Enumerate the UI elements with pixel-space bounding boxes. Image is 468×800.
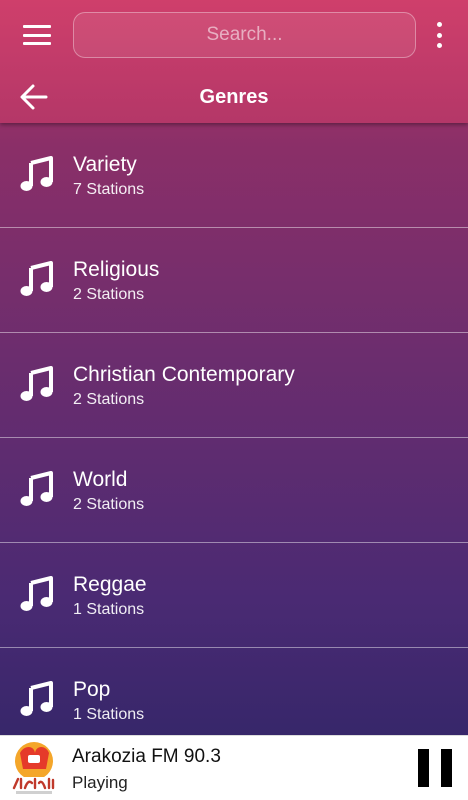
music-note-icon bbox=[20, 576, 53, 611]
genre-name: Variety bbox=[73, 153, 137, 176]
genre-station-count: 1 Stations bbox=[73, 706, 145, 723]
music-note-icon bbox=[20, 261, 53, 296]
genre-item-world[interactable]: World 2 Stations bbox=[0, 438, 468, 543]
genre-station-count: 2 Stations bbox=[73, 286, 145, 303]
search-input[interactable] bbox=[73, 12, 416, 58]
music-note-icon bbox=[20, 471, 53, 506]
arakozia-logo bbox=[12, 742, 56, 794]
playback-status: Playing bbox=[72, 773, 128, 792]
genre-station-count: 7 Stations bbox=[73, 181, 145, 198]
genre-item-religious[interactable]: Religious 2 Stations bbox=[0, 228, 468, 333]
genre-item-christian-contemporary[interactable]: Christian Contemporary 2 Stations bbox=[0, 333, 468, 438]
page-title: Genres bbox=[199, 86, 269, 108]
genre-item-reggae[interactable]: Reggae 1 Stations bbox=[0, 543, 468, 648]
genre-station-count: 2 Stations bbox=[73, 496, 145, 513]
genre-name: Christian Contemporary bbox=[73, 363, 295, 386]
station-name: Arakozia FM 90.3 bbox=[72, 746, 221, 767]
music-note-icon bbox=[20, 366, 53, 401]
hamburger-menu-icon[interactable] bbox=[20, 22, 54, 48]
genre-list: Variety 7 Stations Religious 2 Stations … bbox=[0, 123, 468, 735]
genre-name: Religious bbox=[73, 258, 160, 281]
music-note-icon bbox=[20, 156, 53, 191]
genre-name: World bbox=[73, 468, 128, 491]
genre-item-variety[interactable]: Variety 7 Stations bbox=[0, 123, 468, 228]
more-options-icon[interactable] bbox=[432, 22, 446, 48]
genre-name: Pop bbox=[73, 678, 111, 701]
pause-icon[interactable] bbox=[418, 749, 452, 787]
now-playing-bar[interactable]: Arakozia FM 90.3 Playing bbox=[0, 735, 468, 800]
genre-name: Reggae bbox=[73, 573, 147, 596]
genre-item-pop[interactable]: Pop 1 Stations bbox=[0, 648, 468, 735]
music-note-icon bbox=[20, 681, 53, 716]
genre-station-count: 1 Stations bbox=[73, 601, 145, 618]
genre-station-count: 2 Stations bbox=[73, 391, 145, 408]
app-bar: Genres bbox=[0, 0, 468, 123]
